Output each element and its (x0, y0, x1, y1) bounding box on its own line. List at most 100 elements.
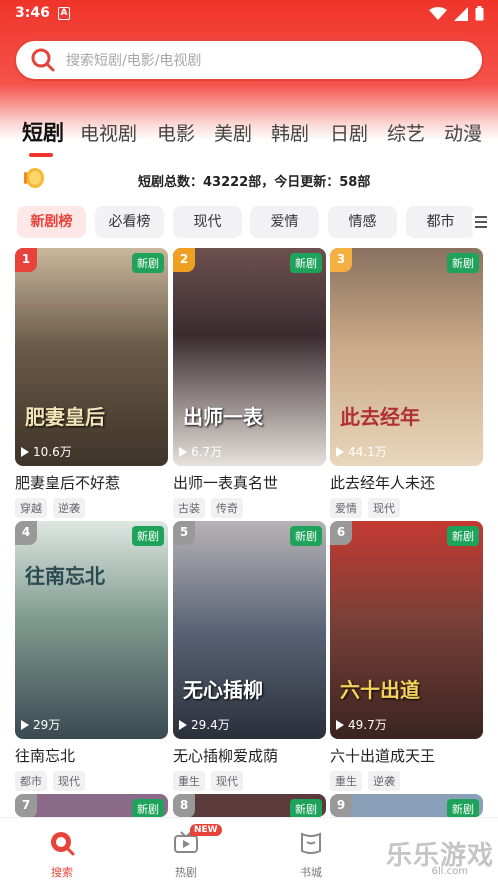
drama-card[interactable]: 4 新剧 往南忘北 29万 往南忘北 都市 现代 (15, 521, 168, 791)
tab-japanese-drama[interactable]: 日剧 (330, 119, 368, 146)
view-count: 10.6万 (21, 443, 72, 460)
poster-title: 往南忘北 (25, 564, 105, 588)
tag: 重生 (173, 771, 205, 791)
tag: 逆袭 (53, 498, 85, 518)
drama-card[interactable]: 8 新剧 (173, 794, 326, 817)
search-bar[interactable]: 搜索短剧/电影/电视剧 (14, 39, 484, 81)
tab-us-drama[interactable]: 美剧 (214, 119, 252, 146)
system-icons (429, 6, 484, 21)
nav-bookstore[interactable]: 书城 (271, 830, 351, 880)
new-badge: 新剧 (447, 526, 479, 546)
menu-icon[interactable] (472, 211, 490, 233)
tab-korean-drama[interactable]: 韩剧 (271, 119, 309, 146)
tag: 古装 (173, 498, 205, 518)
play-icon (179, 719, 187, 730)
tag: 都市 (15, 771, 47, 791)
new-badge: 新剧 (447, 799, 479, 817)
view-count: 29.4万 (179, 716, 230, 733)
drama-title[interactable]: 此去经年人未还 (330, 472, 483, 493)
play-icon (336, 719, 344, 730)
view-count-text: 49.7万 (348, 718, 387, 732)
new-badge: 新剧 (132, 526, 164, 546)
drama-title[interactable]: 往南忘北 (15, 745, 168, 766)
rank-badge: 5 (173, 521, 195, 545)
drama-card[interactable]: 5 新剧 无心插柳 29.4万 无心插柳爱成荫 重生 现代 (173, 521, 326, 791)
drama-title[interactable]: 肥妻皇后不好惹 (15, 472, 168, 493)
tab-movie[interactable]: 电影 (157, 119, 195, 146)
poster[interactable]: 6 新剧 六十出道 49.7万 (330, 521, 483, 739)
new-badge: NEW (190, 824, 222, 836)
tag: 传奇 (211, 498, 243, 518)
poster[interactable]: 9 新剧 (330, 794, 483, 817)
play-icon (21, 719, 29, 730)
tab-anime[interactable]: 动漫 (444, 119, 482, 146)
poster[interactable]: 4 新剧 往南忘北 29万 (15, 521, 168, 739)
tag: 穿越 (15, 498, 47, 518)
search-icon (31, 48, 55, 72)
nav-hot-drama[interactable]: NEW 热剧 (146, 824, 226, 880)
view-count-text: 29万 (33, 718, 61, 732)
view-count-text: 6.7万 (191, 445, 223, 459)
active-tab-indicator (29, 153, 53, 157)
nav-search[interactable]: 搜索 (22, 830, 102, 880)
play-icon (336, 446, 344, 457)
tab-tv-series[interactable]: 电视剧 (80, 119, 137, 146)
play-icon (21, 446, 29, 457)
watermark-sub: 6ll.com (431, 866, 468, 877)
view-count-text: 10.6万 (33, 445, 72, 459)
drama-card[interactable]: 1 新剧 肥妻皇后 10.6万 肥妻皇后不好惹 穿越 逆袭 (15, 248, 168, 518)
book-icon (301, 832, 321, 854)
new-badge: 新剧 (290, 526, 322, 546)
rank-badge: 8 (173, 794, 195, 817)
battery-icon (475, 6, 484, 21)
view-count: 44.1万 (336, 443, 387, 460)
poster-title: 肥妻皇后 (25, 405, 105, 429)
tag: 爱情 (330, 498, 362, 518)
stats-text: 短剧总数：43222部，今日更新：58部 (138, 175, 371, 190)
view-count: 29万 (21, 716, 60, 733)
rank-badge: 1 (15, 248, 37, 272)
chip-emotion[interactable]: 情感 (328, 206, 397, 238)
tab-variety[interactable]: 综艺 (387, 119, 425, 146)
chip-urban[interactable]: 都市 (406, 206, 475, 238)
stats-row: 短剧总数：43222部，今日更新：58部 (0, 164, 498, 194)
poster[interactable]: 3 新剧 此去经年 44.1万 (330, 248, 483, 466)
view-count: 49.7万 (336, 716, 387, 733)
new-badge: 新剧 (290, 253, 322, 273)
poster[interactable]: 8 新剧 (173, 794, 326, 817)
search-placeholder: 搜索短剧/电影/电视剧 (66, 53, 202, 69)
poster-title: 出师一表 (183, 405, 263, 429)
wifi-icon (429, 6, 447, 20)
chip-romance[interactable]: 爱情 (250, 206, 319, 238)
poster[interactable]: 1 新剧 肥妻皇后 10.6万 (15, 248, 168, 466)
rank-badge: 4 (15, 521, 37, 545)
poster[interactable]: 5 新剧 无心插柳 29.4万 (173, 521, 326, 739)
drama-title[interactable]: 出师一表真名世 (173, 472, 326, 493)
drama-card[interactable]: 2 新剧 出师一表 6.7万 出师一表真名世 古装 传奇 (173, 248, 326, 518)
drama-title[interactable]: 六十出道成天王 (330, 745, 483, 766)
status-time: 3:46 (15, 5, 50, 21)
search-icon (51, 832, 75, 856)
tag: 重生 (330, 771, 362, 791)
rank-badge: 9 (330, 794, 352, 817)
coin-icon (24, 168, 44, 188)
tag: 现代 (211, 771, 243, 791)
drama-card[interactable]: 6 新剧 六十出道 49.7万 六十出道成天王 重生 逆袭 (330, 521, 483, 791)
new-badge: 新剧 (290, 799, 322, 817)
drama-card[interactable]: 9 新剧 (330, 794, 483, 817)
status-bar: 3:46 A (0, 0, 498, 28)
tab-short-drama[interactable]: 短剧 (22, 119, 64, 147)
view-count: 6.7万 (179, 443, 222, 460)
chip-new-ranking[interactable]: 新剧榜 (17, 206, 86, 238)
play-icon (179, 446, 187, 457)
tag-list: 重生 逆袭 (330, 771, 483, 791)
drama-title[interactable]: 无心插柳爱成荫 (173, 745, 326, 766)
poster[interactable]: 7 新剧 (15, 794, 168, 817)
chip-must-watch[interactable]: 必看榜 (95, 206, 164, 238)
drama-card[interactable]: 3 新剧 此去经年 44.1万 此去经年人未还 爱情 现代 (330, 248, 483, 518)
chip-modern[interactable]: 现代 (173, 206, 242, 238)
drama-card[interactable]: 7 新剧 (15, 794, 168, 817)
poster[interactable]: 2 新剧 出师一表 6.7万 (173, 248, 326, 466)
poster-title: 六十出道 (340, 678, 420, 702)
new-badge: 新剧 (447, 253, 479, 273)
